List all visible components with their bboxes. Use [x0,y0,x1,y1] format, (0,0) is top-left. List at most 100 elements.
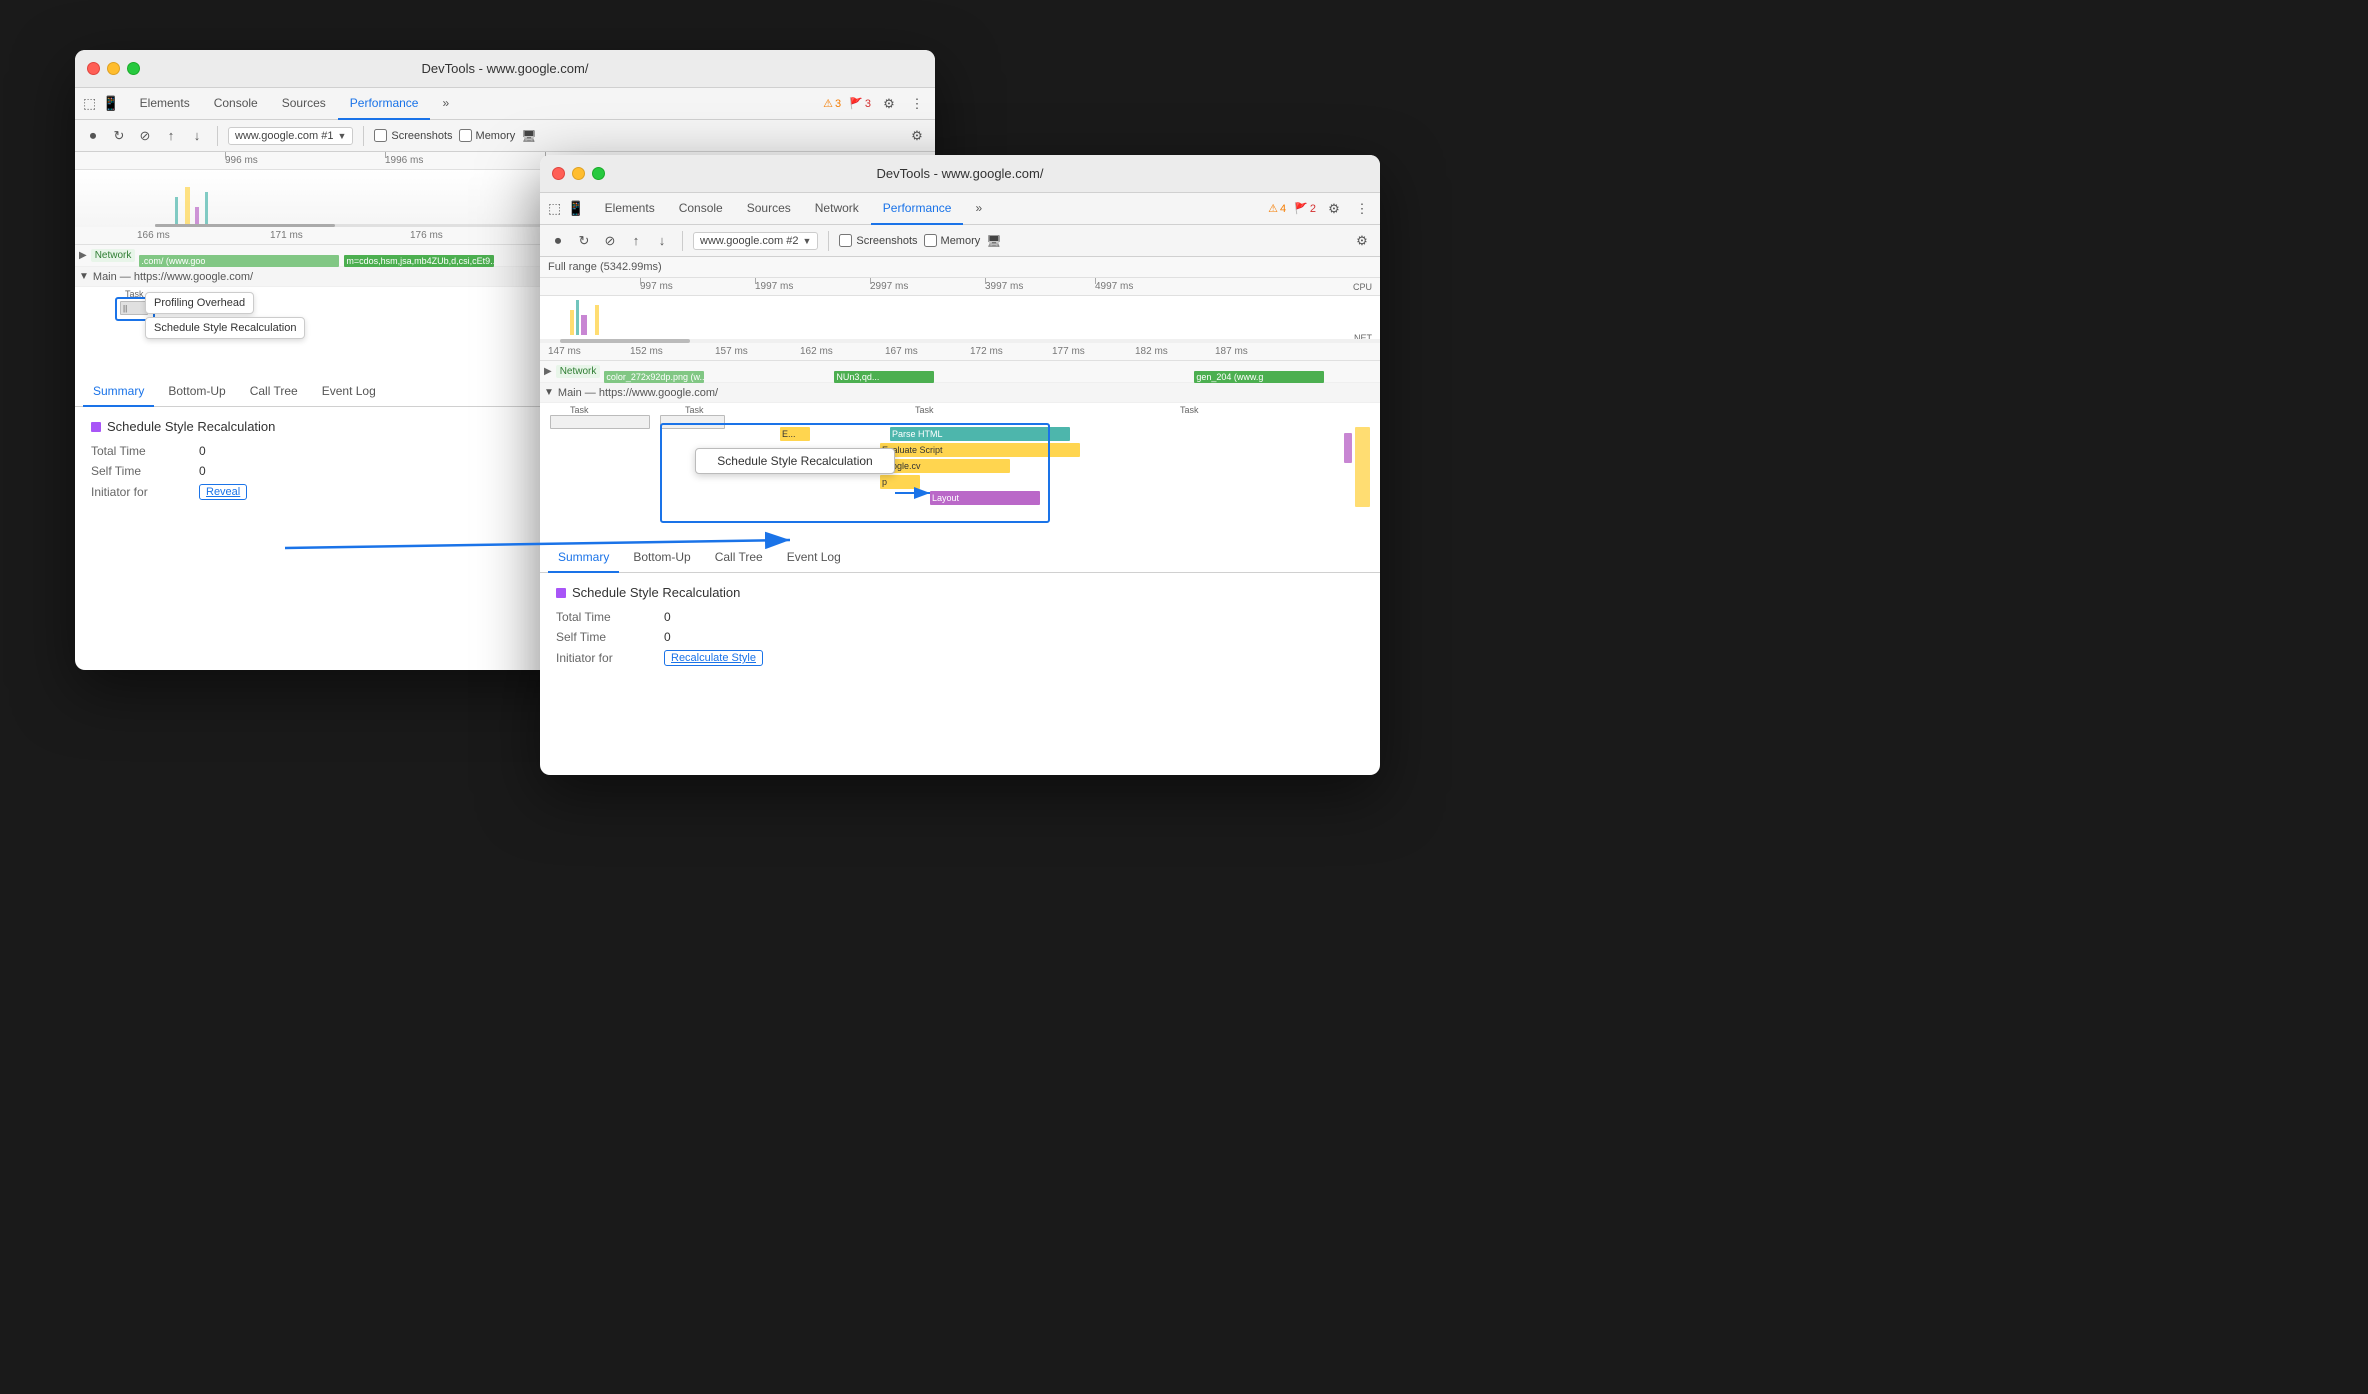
url-selector-1[interactable]: www.google.com #1 ▼ [228,127,353,145]
inspect-icon-2[interactable]: ⬚ [548,200,561,217]
network-expand-1[interactable]: ▶ [79,250,87,261]
screenshot-icon-1[interactable]: 🖥 [521,129,536,143]
detail-tick-172: 172 ms [970,346,1003,357]
close-button-1[interactable] [87,62,100,75]
tab-performance-2[interactable]: Performance [871,193,964,225]
record-btn-1[interactable]: ⏺ [83,126,103,146]
screenshots-checkbox-1[interactable]: Screenshots [374,129,452,142]
device-icon-2[interactable]: 📱 [567,200,584,217]
close-button-2[interactable] [552,167,565,180]
network-bar-2a[interactable]: color_272x92dp.png (w... [604,371,704,383]
tab-sources-2[interactable]: Sources [735,193,803,225]
screenshots-checkbox-2[interactable]: Screenshots [839,234,917,247]
cpu-label: CPU [1353,282,1372,292]
e-bar[interactable]: E... [780,427,810,441]
detail-tick-177: 177 ms [1052,346,1085,357]
upload-btn-1[interactable]: ↑ [161,126,181,146]
main-expand-2[interactable]: ▼ [544,387,554,398]
network-bar-2c[interactable]: gen_204 (www.g [1194,371,1324,383]
traffic-lights-2 [552,167,605,180]
tab-sources-1[interactable]: Sources [270,88,338,120]
url-dropdown-arrow-1: ▼ [337,131,346,141]
timeline-ruler-2: 997 ms 1997 ms 2997 ms 3997 ms 4997 ms C… [540,278,1380,296]
tick-996ms-1: 996 ms [225,152,258,169]
detail-tick-152: 152 ms [630,346,663,357]
tab-more-1[interactable]: » [430,88,461,120]
evaluate-script-bar[interactable]: Evaluate Script [880,443,1080,457]
more-btn-2[interactable] [1352,199,1372,219]
perf-settings-btn-1[interactable] [907,126,927,146]
minimize-button-2[interactable] [572,167,585,180]
profiling-overhead-bar[interactable]: || [120,301,148,315]
task-label-2c: Task [915,405,934,415]
clear-btn-2[interactable]: ⊘ [600,231,620,251]
reload-btn-1[interactable]: ↻ [109,126,129,146]
device-icon-1[interactable]: 📱 [102,95,119,112]
tab-elements-2[interactable]: Elements [593,193,667,225]
maximize-button-1[interactable] [127,62,140,75]
summary-tab-2[interactable]: Summary [548,543,619,573]
network-label-2: Network [556,365,601,378]
upload-btn-2[interactable]: ↑ [626,231,646,251]
tab-more-2[interactable]: » [963,193,994,225]
settings-btn-2[interactable] [1324,199,1344,219]
event-log-tab-2[interactable]: Event Log [777,543,851,573]
network-bar-2b[interactable]: NUn3,qd... [834,371,934,383]
titlebar-2: DevTools - www.google.com/ [540,155,1380,193]
tab-performance-1[interactable]: Performance [338,88,431,120]
tab-elements-1[interactable]: Elements [128,88,202,120]
network-bar-1[interactable]: .com/ (www.goo [139,255,339,267]
googlecv-bar[interactable]: google.cv [880,459,1010,473]
recalculate-style-link[interactable]: Recalculate Style [664,650,763,666]
record-btn-2[interactable]: ⏺ [548,231,568,251]
main-label-2: Main — https://www.google.com/ [558,387,718,399]
main-label-1: Main — https://www.google.com/ [93,271,253,283]
tab-console-2[interactable]: Console [667,193,735,225]
bottom-up-tab-2[interactable]: Bottom-Up [623,543,700,573]
tab-console-1[interactable]: Console [202,88,270,120]
perf-settings-btn-2[interactable] [1352,231,1372,251]
parse-html-bar[interactable]: Parse HTML [890,427,1070,441]
call-tree-tab-2[interactable]: Call Tree [705,543,773,573]
settings-btn-1[interactable] [879,94,899,114]
network-expand-2[interactable]: ▶ [544,366,552,377]
self-time-row-2: Self Time 0 [556,630,1364,644]
tick-1997ms: 1997 ms [755,278,793,295]
main-track-label-2: ▼ Main — https://www.google.com/ [540,383,1380,403]
bottom-up-tab-1[interactable]: Bottom-Up [158,377,235,407]
task-label-2d: Task [1180,405,1199,415]
summary-tab-1[interactable]: Summary [83,377,154,407]
task-bar-2b[interactable] [660,415,725,429]
warning-badge-2: ⚠4 [1268,202,1286,215]
overview-bars-2: NET [540,296,1380,343]
download-btn-1[interactable]: ↓ [187,126,207,146]
download-btn-2[interactable]: ↓ [652,231,672,251]
task-label-1: Task [125,289,144,299]
maximize-button-2[interactable] [592,167,605,180]
schedule-style-tooltip-2: Schedule Style Recalculation [695,448,895,474]
memory-checkbox-2[interactable]: Memory [924,234,981,247]
window-title-2: DevTools - www.google.com/ [877,166,1044,181]
inspect-icon-1[interactable]: ⬚ [83,95,96,112]
event-title-row-2: Schedule Style Recalculation [556,585,1364,600]
task-bar-2a[interactable] [550,415,650,429]
main-expand-1[interactable]: ▼ [79,271,89,282]
initiator-row-2: Initiator for Recalculate Style [556,650,1364,666]
memory-checkbox-1[interactable]: Memory [459,129,516,142]
tab-network-2[interactable]: Network [803,193,871,225]
minimize-button-1[interactable] [107,62,120,75]
network-bar-params-1[interactable]: m=cdos,hsm,jsa,mb4ZUb,d,csi,cEt9... [344,255,494,267]
more-btn-1[interactable] [907,94,927,114]
clear-btn-1[interactable]: ⊘ [135,126,155,146]
layout-bar[interactable]: Layout [930,491,1040,505]
reload-btn-2[interactable]: ↻ [574,231,594,251]
tick-997ms: 997 ms [640,278,673,295]
p-bar[interactable]: p [880,475,920,489]
call-tree-tab-1[interactable]: Call Tree [240,377,308,407]
screenshot-icon-2[interactable]: 🖥 [986,234,1001,248]
event-log-tab-1[interactable]: Event Log [312,377,386,407]
url-selector-2[interactable]: www.google.com #2 ▼ [693,232,818,250]
summary-tabs-2: Summary Bottom-Up Call Tree Event Log [540,543,1380,573]
warning-badge-1: ⚠3 [823,97,841,110]
reveal-link-1[interactable]: Reveal [199,484,247,500]
